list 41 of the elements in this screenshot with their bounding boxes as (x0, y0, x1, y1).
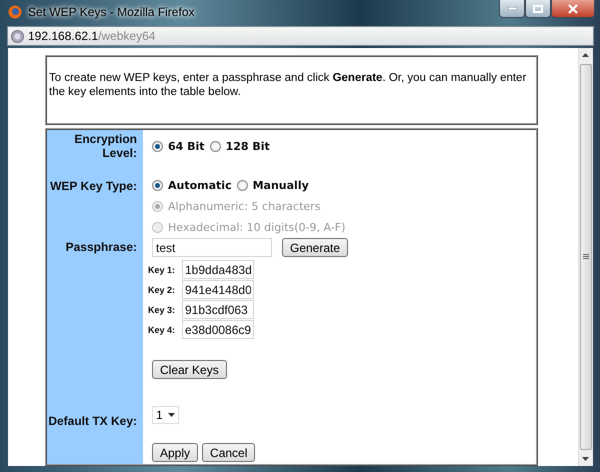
field-label: Encryption Level: (73, 131, 138, 160)
key-dropdown[interactable]: 1 (152, 406, 179, 424)
maximize-icon (533, 4, 543, 12)
scrollbar-thumb[interactable] (580, 64, 592, 450)
radio-button[interactable] (236, 180, 248, 191)
radio-button[interactable] (210, 141, 221, 152)
minimize-button[interactable] (499, 0, 525, 18)
key-field[interactable]: 941e4148d0 (182, 280, 254, 299)
option-label: Alphanumeric: 5 characters (168, 200, 320, 213)
window-title: Set WEP Keys - Mozilla Firefox (28, 5, 196, 19)
radio-button[interactable] (152, 180, 163, 191)
form-button[interactable]: Cancel (202, 443, 256, 462)
option-label: Hexadecimal: 10 digits(0-9, A-F) (168, 221, 346, 234)
form-button[interactable]: Apply (152, 443, 198, 462)
instructions-text: To create new WEP keys, enter a passphrase and click Generate. Or, you can manually enter the key elements into the table below. (49, 72, 526, 98)
option-label: Manually (252, 179, 309, 192)
key-label: Key 4: (148, 324, 176, 334)
passphrase-field[interactable]: test (152, 238, 272, 257)
address-bar[interactable]: 192.168.62.1/webkey64 (7, 26, 594, 46)
radio-button[interactable] (152, 141, 163, 152)
browser-logo-icon (8, 5, 22, 19)
maximize-button[interactable] (525, 0, 551, 18)
key-label: Key 1: (148, 264, 176, 274)
clear-keys-button[interactable]: Clear Keys (152, 360, 227, 379)
minimize-icon (508, 7, 516, 10)
option-label: Automatic (168, 179, 232, 192)
close-icon (568, 4, 578, 14)
close-button[interactable] (551, 0, 595, 18)
globe-icon (11, 30, 24, 42)
field-label: WEP Key Type: (50, 178, 138, 193)
caret-icon (168, 413, 175, 417)
option-label: 64 Bit (168, 140, 205, 153)
key-field[interactable]: 91b3cdf063 (182, 300, 254, 319)
generate-button[interactable]: Generate (282, 238, 348, 257)
key-field[interactable]: e38d0086c9 (182, 320, 254, 339)
field-label: Passphrase: (66, 239, 138, 254)
key-field[interactable]: 1b9dda483d (182, 260, 254, 279)
key-label: Key 2: (148, 284, 176, 294)
option-label: 128 Bit (226, 140, 270, 153)
key-label: Key 3: (148, 304, 176, 314)
field-label: Default TX Key: (48, 413, 138, 428)
